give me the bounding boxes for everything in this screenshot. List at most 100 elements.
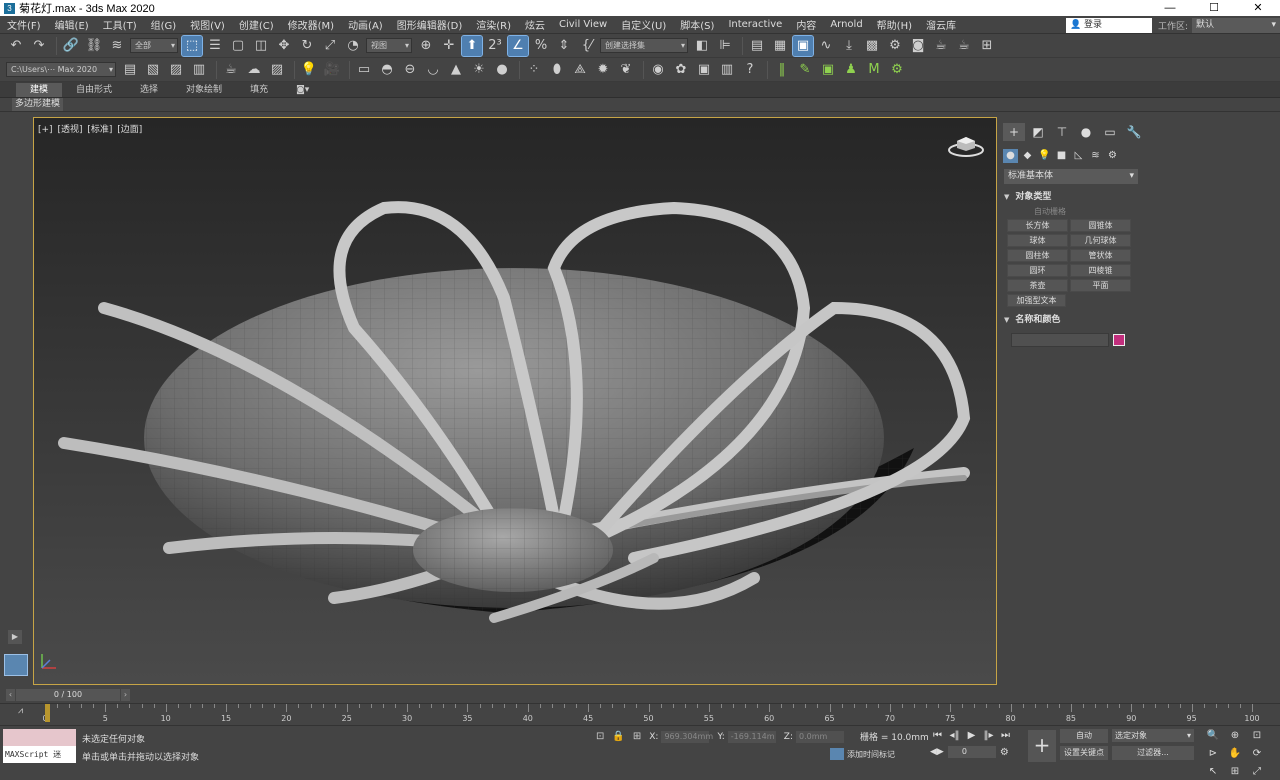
auto-key-button[interactable]: 自动	[1060, 729, 1108, 743]
m-icon[interactable]: M	[864, 60, 884, 80]
menu-tools[interactable]: 工具(T)	[96, 17, 144, 32]
menu-civil-view[interactable]: Civil View	[552, 19, 614, 30]
select-by-name-icon[interactable]: ☰	[205, 36, 225, 56]
mesh-icon[interactable]: ⟁	[570, 60, 590, 80]
menu-liuyunku[interactable]: 溜云库	[919, 17, 963, 32]
menu-customize[interactable]: 自定义(U)	[614, 17, 673, 32]
menu-file[interactable]: 文件(F)	[0, 17, 48, 32]
play-icon[interactable]: ▶	[963, 729, 980, 743]
x-coordinate-field[interactable]: 969.304mm	[661, 730, 713, 743]
orbit-icon[interactable]: ⟳	[1248, 746, 1266, 762]
plane-button[interactable]: 平面	[1070, 279, 1131, 292]
unlink-icon[interactable]: ⛓	[84, 36, 104, 56]
globe-icon[interactable]: ◉	[648, 60, 668, 80]
maximize-viewport-icon[interactable]: ⤢	[1248, 764, 1266, 780]
redo-icon[interactable]: ↷	[29, 36, 49, 56]
tab-modeling[interactable]: 建模	[16, 82, 63, 97]
settings-icon[interactable]: ⚙	[887, 60, 907, 80]
render-production-icon[interactable]: ☕	[931, 36, 951, 56]
menu-scripting[interactable]: 脚本(S)	[673, 17, 721, 32]
display-tab-icon[interactable]: ▭	[1099, 123, 1121, 141]
next-frame-arrow[interactable]: ›	[121, 689, 130, 701]
object-category-dropdown[interactable]: 标准基本体	[1004, 169, 1138, 184]
pivot-icon[interactable]: ⊕	[416, 36, 436, 56]
dome-primitive-icon[interactable]: ◓	[377, 60, 397, 80]
key-filter-dropdown[interactable]: 选定对象	[1112, 729, 1194, 742]
z-coordinate-field[interactable]: 0.0mm	[795, 730, 844, 743]
name-color-header[interactable]: ▼ 名称和颜色	[1004, 313, 1134, 327]
scene-explorer-icon[interactable]: ▤	[747, 36, 767, 56]
help-icon[interactable]: ?	[740, 60, 760, 80]
edit-named-sets-icon[interactable]: {⁄	[577, 36, 597, 56]
close-button[interactable]: ✕	[1236, 0, 1280, 16]
export-icon[interactable]: ▨	[166, 60, 186, 80]
capsule-icon[interactable]: ⬮	[547, 60, 567, 80]
zoom-all-icon[interactable]: ⊕	[1226, 728, 1244, 744]
walk-icon[interactable]: ⊞	[1226, 764, 1244, 780]
render-iterative-icon[interactable]: ☕	[954, 36, 974, 56]
rgb-icon[interactable]: ▣	[694, 60, 714, 80]
key-mode-icon[interactable]: ◀▶	[930, 747, 944, 757]
move-icon[interactable]: ✥	[274, 36, 294, 56]
cone-button[interactable]: 圆锥体	[1070, 219, 1131, 232]
menu-group[interactable]: 组(G)	[144, 17, 184, 32]
layer-explorer-icon[interactable]: ▦	[770, 36, 790, 56]
cloud-icon[interactable]: ☁	[244, 60, 264, 80]
utilities-tab-icon[interactable]: 🔧	[1123, 123, 1145, 141]
torus-primitive-icon[interactable]: ⊖	[400, 60, 420, 80]
selection-filter-dropdown[interactable]: 全部	[130, 38, 178, 53]
polygon-modeling-label[interactable]: 多边形建模	[12, 98, 64, 111]
menu-help[interactable]: 帮助(H)	[870, 17, 919, 32]
light-icon[interactable]: 💡	[299, 60, 319, 80]
menu-animation[interactable]: 动画(A)	[341, 17, 390, 32]
tube-button[interactable]: 管状体	[1070, 249, 1131, 262]
gear-icon[interactable]: ✹	[593, 60, 613, 80]
motion-tab-icon[interactable]: ●	[1075, 123, 1097, 141]
login-field[interactable]: 👤 登录	[1065, 17, 1152, 33]
create-tab-icon[interactable]: +	[1003, 123, 1025, 141]
object-color-swatch[interactable]	[1113, 334, 1125, 346]
tab-freeform[interactable]: 自由形式	[62, 83, 126, 97]
absolute-mode-icon[interactable]: ⊞	[633, 731, 641, 742]
modify-tab-icon[interactable]: ◩	[1027, 123, 1049, 141]
select-object-icon[interactable]: ⬚	[181, 34, 203, 57]
align-icon[interactable]: ⊫	[715, 36, 735, 56]
teapot-button[interactable]: 茶壶	[1007, 279, 1068, 292]
autogrid-checkbox[interactable]: 自动栅格	[1034, 206, 1134, 217]
image-icon[interactable]: ▨	[267, 60, 287, 80]
isolate-icon[interactable]: ⊡	[596, 731, 604, 742]
tab-object-paint[interactable]: 对象绘制	[172, 83, 236, 97]
key-filters-button[interactable]: 过滤器...	[1112, 746, 1194, 760]
menu-interactive[interactable]: Interactive	[721, 19, 789, 30]
rotate-icon[interactable]: ↻	[297, 36, 317, 56]
set-key-icon[interactable]: +	[1028, 730, 1056, 762]
bind-spacewarp-icon[interactable]: ≋	[107, 36, 127, 56]
menu-create[interactable]: 创建(C)	[232, 17, 281, 32]
systems-icon[interactable]: ⚙	[1105, 149, 1120, 163]
tab-populate[interactable]: 填充	[236, 83, 282, 97]
minimize-button[interactable]: —	[1148, 0, 1192, 16]
frame-ruler[interactable]: 0510152025303540455055606570758085909510…	[42, 704, 1260, 723]
camera-icon[interactable]: 🎥	[322, 60, 342, 80]
render-setup-icon[interactable]: ⚙	[885, 36, 905, 56]
teapot-icon[interactable]: ☕	[221, 60, 241, 80]
menu-xuanyun[interactable]: 炫云	[518, 17, 552, 32]
menu-rendering[interactable]: 渲染(R)	[469, 17, 518, 32]
set-key-button[interactable]: 设置关键点	[1060, 746, 1108, 760]
scale-icon[interactable]: ⤢	[320, 36, 340, 56]
ribbon-options-button[interactable]: ◙▾	[282, 83, 323, 97]
cone-primitive-icon[interactable]: ▲	[446, 60, 466, 80]
pyramid-button[interactable]: 四棱锥	[1070, 264, 1131, 277]
geosphere-button[interactable]: 几何球体	[1070, 234, 1131, 247]
field-of-view-icon[interactable]: ⊳	[1204, 746, 1222, 762]
spinner-snap-icon[interactable]: ⇕	[554, 36, 574, 56]
person-icon[interactable]: ♟	[841, 60, 861, 80]
project-path-dropdown[interactable]: C:\Users\⋯ Max 2020	[6, 62, 116, 77]
place-icon[interactable]: ◔	[343, 36, 363, 56]
menu-edit[interactable]: 编辑(E)	[48, 17, 96, 32]
prev-key-icon[interactable]: ◂‖	[946, 729, 963, 743]
mirror-icon[interactable]: ◧	[692, 36, 712, 56]
maxscript-output[interactable]	[3, 729, 76, 746]
named-selection-dropdown[interactable]: 创建选择集	[600, 38, 688, 53]
torus-button[interactable]: 圆环	[1007, 264, 1068, 277]
